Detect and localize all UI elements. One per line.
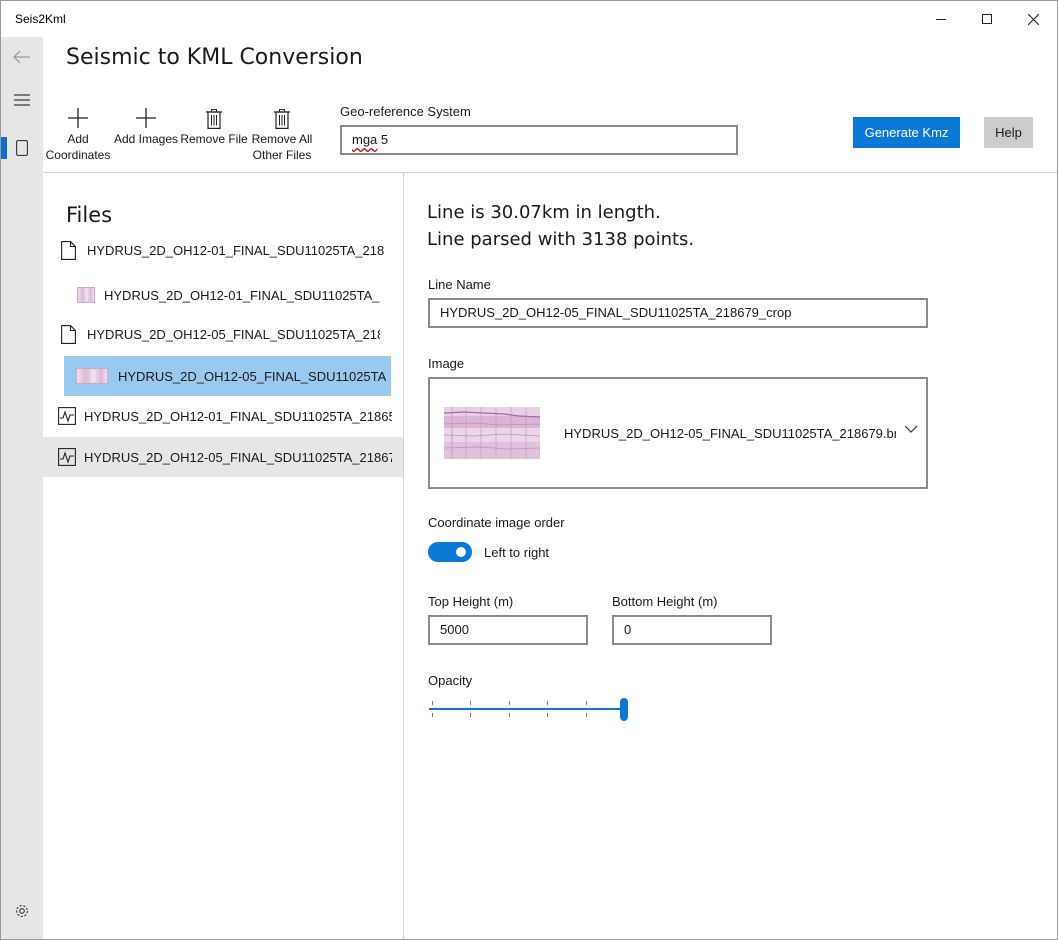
top-height-input[interactable]: 5000	[428, 615, 588, 645]
file-list-item[interactable]: HYDRUS_2D_OH12-01_FINAL_SDU11025TA_2	[43, 276, 380, 314]
file-name: HYDRUS_2D_OH12-05_FINAL_SDU11025TA_218	[87, 326, 380, 342]
file-list-item[interactable]: HYDRUS_2D_OH12-01_FINAL_SDU11025TA_21865	[43, 397, 392, 435]
bottom-height-label: Bottom Height (m)	[612, 594, 718, 609]
help-button[interactable]: Help	[984, 117, 1033, 148]
add-images-label: Add Images	[113, 132, 179, 146]
page-title: Seismic to KML Conversion	[66, 45, 363, 70]
geo-reference-label: Geo-reference System	[340, 104, 471, 119]
line-length-text: Line is 30.07km in length.	[427, 202, 661, 223]
gear-icon	[16, 905, 28, 917]
panel-divider	[403, 173, 404, 939]
line-points-text: Line parsed with 3138 points.	[427, 229, 695, 250]
back-arrow-icon	[13, 50, 30, 64]
image-dropdown-value: HYDRUS_2D_OH12-05_FINAL_SDU11025TA_21867…	[564, 426, 896, 441]
header-divider	[43, 172, 1057, 173]
remove-file-label: Remove File	[180, 132, 248, 146]
geo-reference-input[interactable]: mga 5	[340, 125, 738, 155]
document-icon	[16, 140, 28, 156]
close-icon	[1027, 13, 1039, 25]
plus-icon	[68, 108, 88, 128]
image-label: Image	[428, 356, 465, 371]
file-name: HYDRUS_2D_OH12-01_FINAL_SDU11025TA_2	[104, 287, 380, 303]
top-height-label: Top Height (m)	[428, 594, 514, 609]
remove-all-other-files-button[interactable]: Remove All Other Files	[249, 101, 315, 163]
opacity-slider-thumb[interactable]	[620, 698, 628, 721]
geo-reference-value-rest: 5	[377, 132, 389, 147]
file-name: HYDRUS_2D_OH12-01_FINAL_SDU11025TA_21865	[84, 408, 392, 424]
coordinate-order-toggle[interactable]	[428, 542, 472, 562]
line-name-label: Line Name	[428, 277, 491, 292]
generate-kmz-button[interactable]: Generate Kmz	[853, 117, 960, 148]
file-list-item[interactable]: HYDRUS_2D_OH12-01_FINAL_SDU11025TA_218	[43, 231, 388, 269]
add-coordinates-button[interactable]: Add Coordinates	[43, 101, 113, 163]
minimize-button[interactable]	[918, 1, 964, 37]
close-button[interactable]	[1010, 1, 1056, 37]
trash-icon	[274, 109, 290, 129]
document-icon	[61, 324, 76, 344]
image-thumbnail	[76, 368, 108, 384]
window-title: Seis2Kml	[15, 12, 66, 26]
add-coordinates-label: Add Coordinates	[45, 132, 111, 162]
file-name: HYDRUS_2D_OH12-05_FINAL_SDU11025TA	[118, 368, 387, 384]
plus-icon	[136, 108, 156, 128]
maximize-button[interactable]	[964, 1, 1010, 37]
nav-item-files[interactable]	[1, 128, 43, 168]
line-name-input[interactable]: HYDRUS_2D_OH12-05_FINAL_SDU11025TA_21867…	[428, 298, 928, 328]
file-list-item-selected[interactable]: HYDRUS_2D_OH12-05_FINAL_SDU11025TA	[64, 356, 391, 396]
hamburger-menu-button[interactable]	[1, 80, 43, 120]
title-bar: Seis2Kml	[1, 1, 1057, 37]
chart-line-icon	[58, 407, 76, 425]
files-heading: Files	[66, 203, 113, 227]
back-button[interactable]	[1, 37, 43, 77]
coordinate-order-value: Left to right	[484, 545, 550, 560]
settings-button[interactable]	[1, 891, 43, 931]
maximize-icon	[982, 14, 992, 24]
image-thumbnail	[77, 287, 95, 303]
minimize-icon	[936, 19, 946, 20]
bottom-height-input[interactable]: 0	[612, 615, 772, 645]
trash-icon	[206, 109, 222, 129]
add-images-button[interactable]: Add Images	[113, 101, 179, 147]
image-dropdown[interactable]: HYDRUS_2D_OH12-05_FINAL_SDU11025TA_21867…	[428, 377, 928, 489]
file-list-item-hover[interactable]: HYDRUS_2D_OH12-05_FINAL_SDU11025TA_21867	[43, 437, 403, 477]
nav-rail	[1, 37, 43, 939]
remove-file-button[interactable]: Remove File	[180, 101, 248, 147]
toggle-knob	[456, 547, 466, 557]
chart-line-icon	[58, 448, 76, 466]
seismic-image-thumbnail	[444, 407, 540, 459]
geo-reference-value-word: mga	[352, 132, 378, 147]
opacity-slider-track	[429, 708, 625, 710]
file-list-item[interactable]: HYDRUS_2D_OH12-05_FINAL_SDU11025TA_218	[43, 315, 380, 353]
file-name: HYDRUS_2D_OH12-05_FINAL_SDU11025TA_21867	[84, 449, 392, 465]
hamburger-icon	[14, 94, 30, 106]
remove-all-other-files-label: Remove All Other Files	[251, 132, 313, 162]
app-window: Seis2Kml Seismic to KML Conversion Add C…	[0, 0, 1058, 940]
chevron-down-icon	[904, 425, 918, 433]
opacity-label: Opacity	[428, 673, 473, 688]
document-icon	[61, 240, 76, 260]
file-name: HYDRUS_2D_OH12-01_FINAL_SDU11025TA_218	[87, 242, 385, 258]
coordinate-order-label: Coordinate image order	[428, 515, 565, 530]
